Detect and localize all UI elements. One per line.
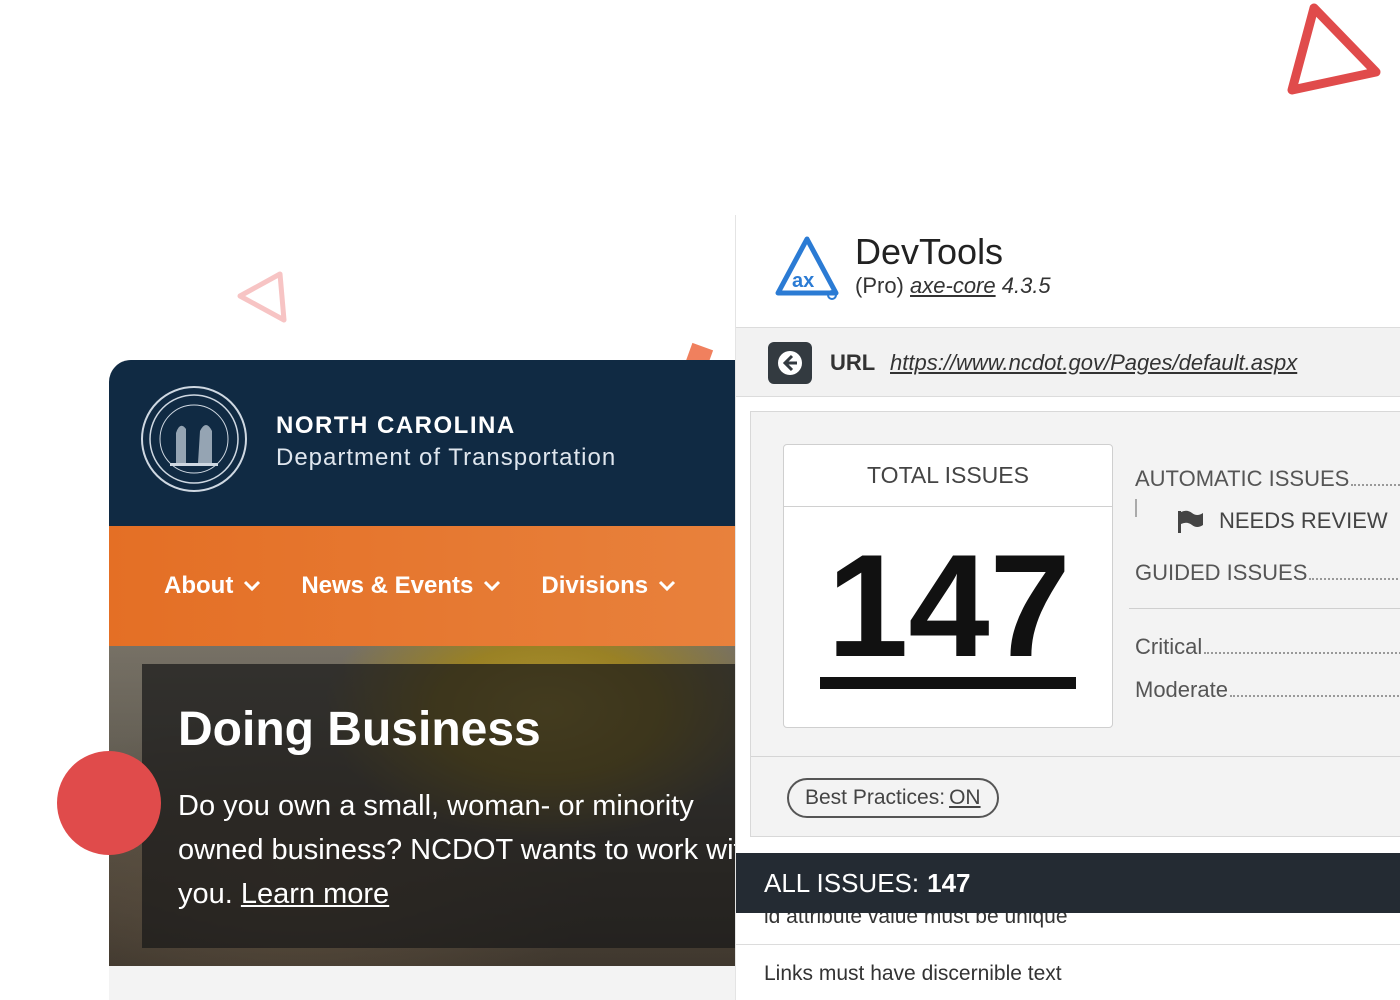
automatic-issues-stat[interactable]: AUTOMATIC ISSUES [1135, 466, 1400, 492]
site-bottom-strip [109, 966, 735, 1000]
back-button[interactable] [768, 342, 812, 384]
guided-issues-stat[interactable]: GUIDED ISSUES [1135, 560, 1400, 586]
org-department: Department of Transportation [276, 444, 617, 471]
axe-devtools-panel: ax DevTools (Pro) axe-core 4.3.5 URL htt… [735, 215, 1400, 1000]
needs-review-label: NEEDS REVIEW [1219, 508, 1388, 533]
decorative-circle [57, 751, 161, 855]
best-practices-value: ON [949, 786, 981, 809]
issues-summary: TOTAL ISSUES 147 AUTOMATIC ISSUES NEEDS … [750, 411, 1400, 837]
dot-leader [1309, 578, 1400, 580]
devtools-edition: (Pro) [855, 273, 904, 298]
svg-text:ax: ax [792, 270, 814, 292]
hero-banner: Doing Business Do you own a small, woman… [109, 646, 735, 966]
best-practices-toggle[interactable]: Best Practices: ON [787, 778, 999, 818]
automatic-issues-label: AUTOMATIC ISSUES [1135, 466, 1350, 491]
nav-news-events-label: News & Events [301, 572, 474, 599]
nav-about-label: About [164, 572, 234, 599]
critical-stat[interactable]: Critical [1135, 634, 1400, 660]
ncdot-website: NORTH CAROLINA Department of Transportat… [109, 360, 735, 1000]
issue-row[interactable]: Links must have discernible text [736, 959, 1400, 1000]
total-issues-underline [820, 677, 1076, 689]
axe-logo-icon: ax [775, 236, 839, 300]
url-bar: URL https://www.ncdot.gov/Pages/default.… [736, 327, 1400, 397]
nav-about[interactable]: About [164, 572, 261, 600]
hero-title: Doing Business [178, 703, 541, 756]
axe-core-link[interactable]: axe-core [910, 273, 996, 298]
all-issues-label: ALL ISSUES: [764, 867, 920, 898]
all-issues-count: 147 [927, 867, 971, 898]
dot-leader [1204, 652, 1400, 654]
total-issues-count[interactable]: 147 [784, 531, 1114, 681]
hero-overlay: Doing Business Do you own a small, woman… [142, 664, 735, 948]
stats-divider [1129, 608, 1400, 609]
nav-divisions-label: Divisions [541, 572, 649, 599]
needs-review-stat[interactable]: NEEDS REVIEW [1175, 508, 1388, 534]
issue-row-label: Links must have discernible text [764, 962, 1062, 985]
nav-news-events[interactable]: News & Events [301, 572, 501, 600]
best-practices-label: Best Practices: [805, 786, 946, 809]
summary-divider [751, 756, 1400, 757]
guided-issues-label: GUIDED ISSUES [1135, 560, 1308, 585]
total-issues-label: TOTAL ISSUES [784, 445, 1112, 507]
nav-divisions[interactable]: Divisions [541, 572, 676, 600]
axe-core-version: 4.3.5 [1001, 273, 1051, 298]
total-issues-card: TOTAL ISSUES 147 [783, 444, 1113, 728]
devtools-subtitle: (Pro) axe-core 4.3.5 [855, 273, 1051, 299]
decorative-triangle-icon [1287, 3, 1381, 95]
moderate-stat[interactable]: Moderate [1135, 677, 1400, 703]
flag-icon [1178, 510, 1203, 533]
all-issues-header: ALL ISSUES: 147 [736, 853, 1400, 913]
decorative-triangle-small-icon [237, 271, 287, 323]
site-header: NORTH CAROLINA Department of Transportat… [109, 360, 735, 526]
arrow-left-circle-icon [778, 351, 802, 375]
tree-connector [1135, 499, 1137, 517]
hero-text: Do you own a small, woman- or minority o… [178, 784, 735, 916]
devtools-title: DevTools [855, 231, 1004, 272]
chevron-down-icon [244, 580, 261, 592]
state-seal-icon [141, 386, 247, 492]
learn-more-link[interactable]: Learn more [241, 878, 389, 910]
site-nav: About News & Events Divisions [109, 526, 735, 646]
moderate-label: Moderate [1135, 677, 1228, 702]
dot-leader [1229, 695, 1400, 697]
scanned-url-link[interactable]: https://www.ncdot.gov/Pages/default.aspx [890, 350, 1297, 376]
chevron-down-icon [484, 580, 501, 592]
critical-label: Critical [1135, 634, 1203, 659]
chevron-down-icon [659, 580, 676, 592]
org-name: NORTH CAROLINA [276, 412, 516, 439]
url-label: URL [830, 350, 876, 375]
dot-leader [1351, 484, 1400, 486]
